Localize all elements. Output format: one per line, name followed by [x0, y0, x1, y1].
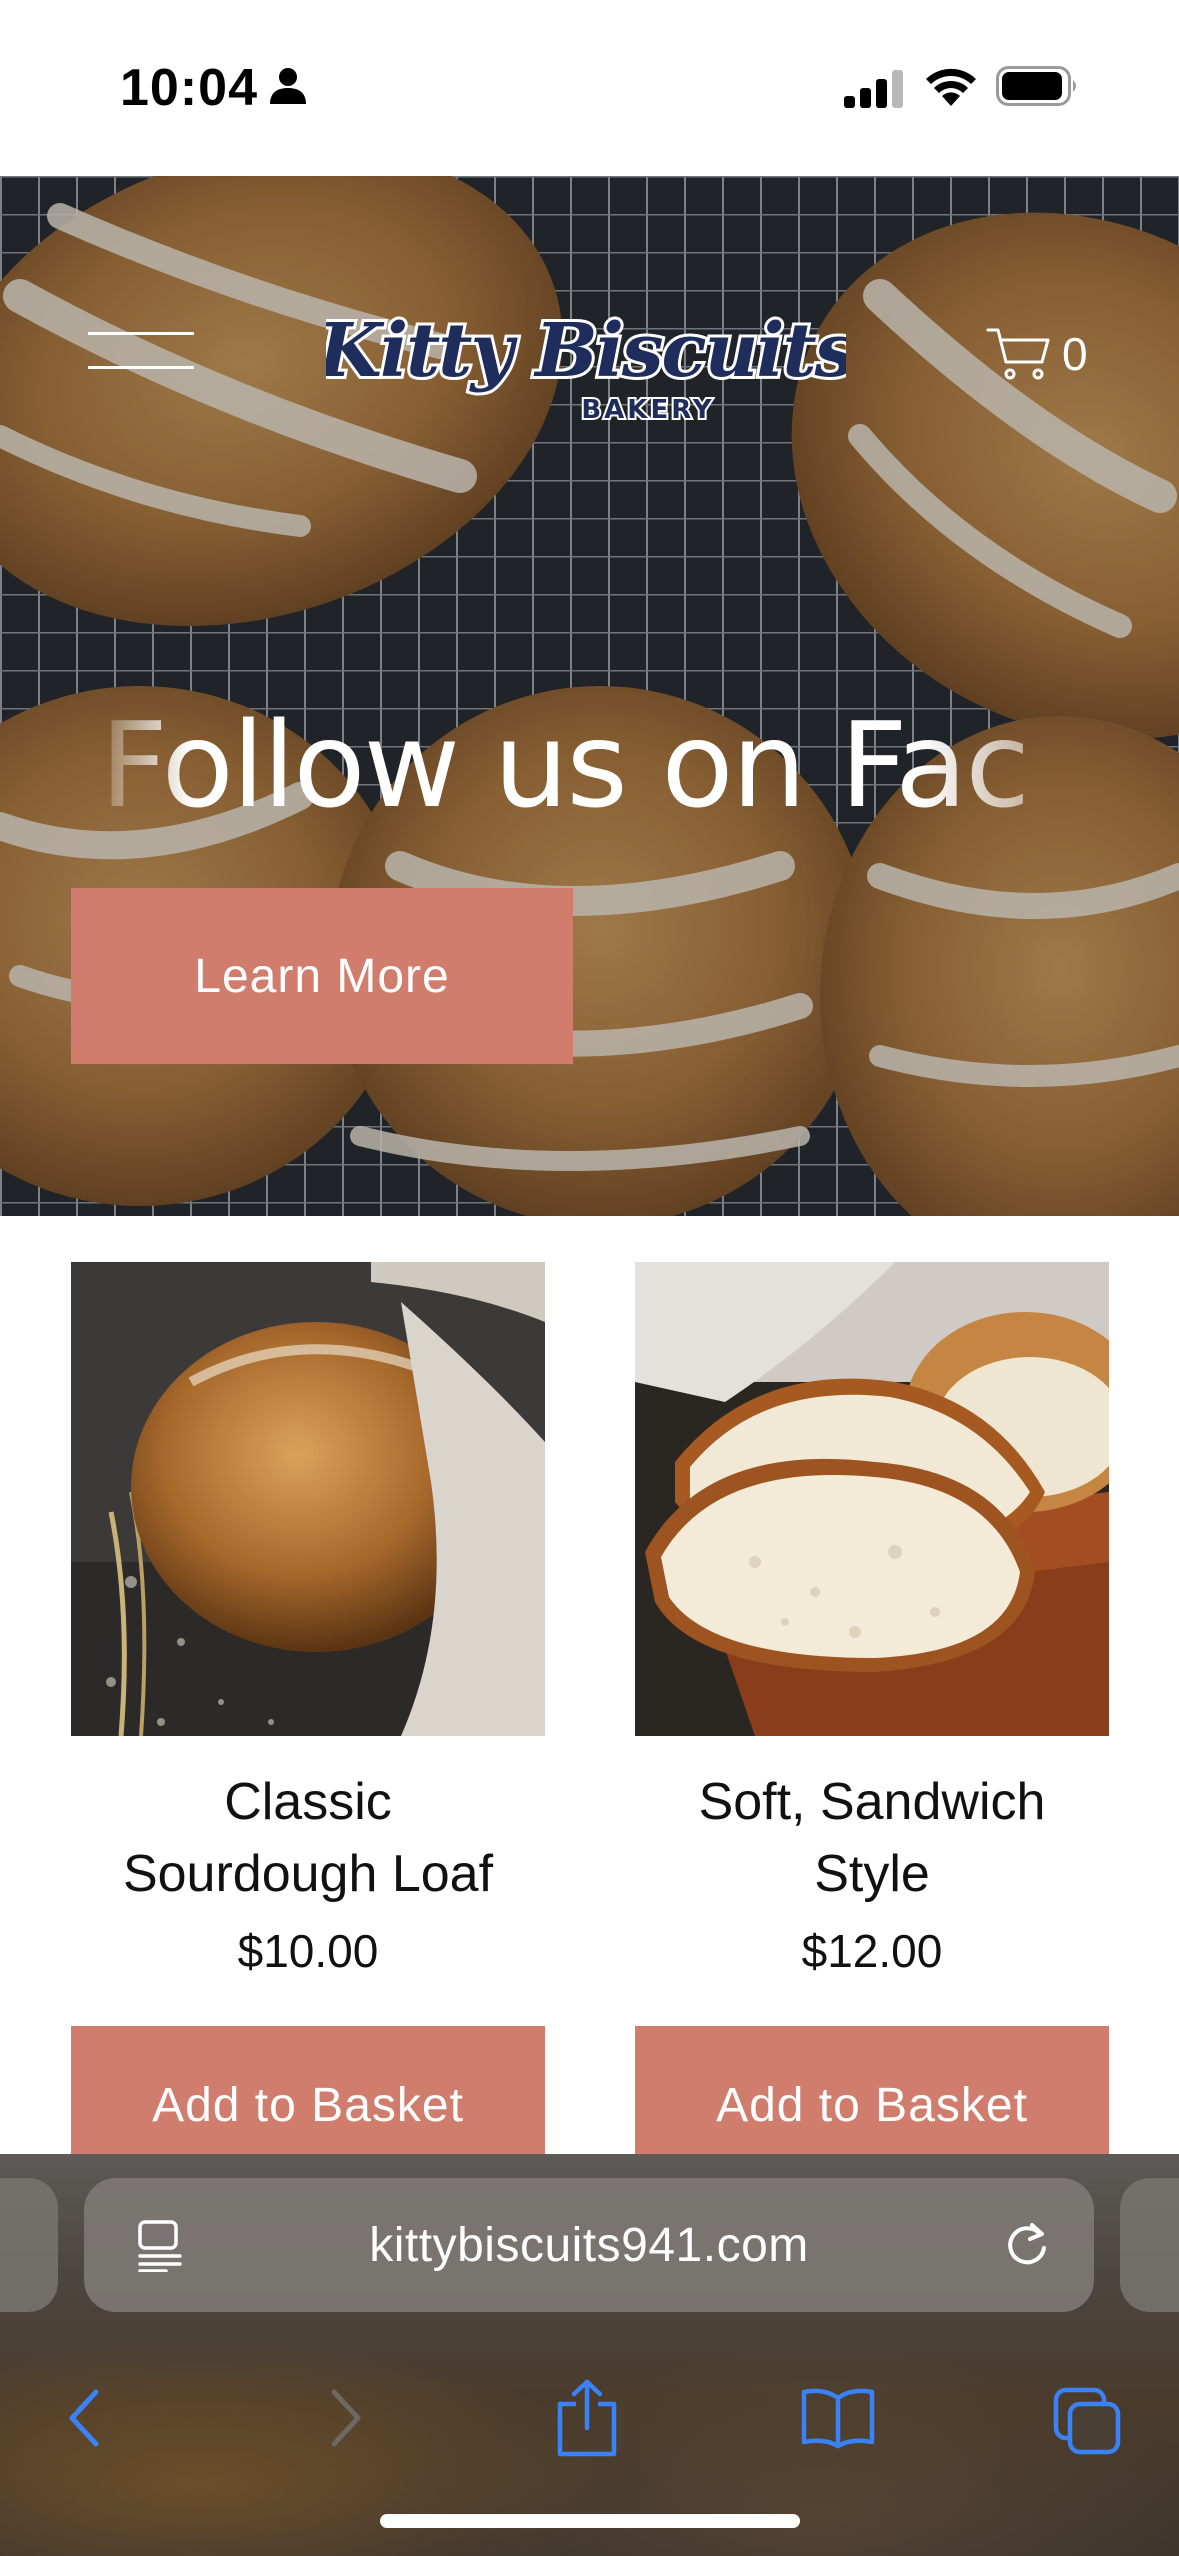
product-price: $10.00: [237, 1925, 379, 1977]
product-title[interactable]: Soft, Sandwich Style: [635, 1766, 1109, 1910]
tabs-icon[interactable]: [1052, 2386, 1122, 2456]
product-card: Classic Sourdough Loaf $10.00 Add to Bas…: [71, 1262, 545, 2196]
share-icon[interactable]: [552, 2378, 622, 2458]
bookmarks-icon[interactable]: [800, 2386, 876, 2450]
status-time: 10:04: [120, 59, 258, 117]
forward-icon[interactable]: [320, 2386, 368, 2450]
sandwich-bread-photo[interactable]: [635, 1262, 1109, 1736]
product-title-line: Style: [814, 1845, 930, 1903]
next-tab-peek[interactable]: [1120, 2178, 1179, 2312]
product-title-line: Soft, Sandwich: [698, 1773, 1046, 1831]
address-bar[interactable]: kittybiscuits941.com: [84, 2178, 1094, 2312]
learn-more-button[interactable]: Learn More: [71, 888, 573, 1064]
hamburger-menu-icon[interactable]: [88, 332, 194, 372]
cellular-signal-icon: [844, 70, 903, 108]
hero-banner: Kitty Biscuits BAKERY 0 Follow us on Fac…: [0, 176, 1179, 1216]
hero-heading: Follow us on Fac: [100, 696, 1030, 834]
product-title[interactable]: Classic Sourdough Loaf: [71, 1766, 545, 1910]
reload-icon[interactable]: [1002, 2220, 1052, 2270]
sourdough-loaf-photo[interactable]: [71, 1262, 545, 1736]
url-text: kittybiscuits941.com: [369, 2218, 809, 2272]
product-price: $12.00: [801, 1925, 943, 1977]
product-title-line: Sourdough Loaf: [122, 1845, 494, 1903]
status-bar: 10:04: [0, 0, 1179, 176]
logo-name: Kitty Biscuits: [326, 308, 846, 394]
home-indicator[interactable]: [380, 2514, 800, 2528]
cart-count: 0: [1062, 328, 1088, 380]
screen: 10:04 Kitty Biscuits BAKERY 0 Follow us …: [0, 0, 1179, 2556]
wifi-icon: [926, 68, 976, 106]
person-fill-icon: [270, 68, 306, 104]
product-title-line: Classic: [224, 1773, 392, 1831]
shopping-cart-icon: [986, 328, 1050, 380]
kitty-biscuits-logo[interactable]: Kitty Biscuits BAKERY: [326, 280, 846, 430]
product-card: Soft, Sandwich Style $12.00 Add to Baske…: [635, 1262, 1109, 2196]
browser-toolbar: kittybiscuits941.com: [0, 2154, 1179, 2556]
back-icon[interactable]: [62, 2386, 110, 2450]
cart-button[interactable]: 0: [986, 324, 1088, 384]
logo-subtitle: BAKERY: [581, 395, 714, 425]
battery-icon: [996, 66, 1076, 106]
previous-tab-peek[interactable]: [0, 2178, 58, 2312]
